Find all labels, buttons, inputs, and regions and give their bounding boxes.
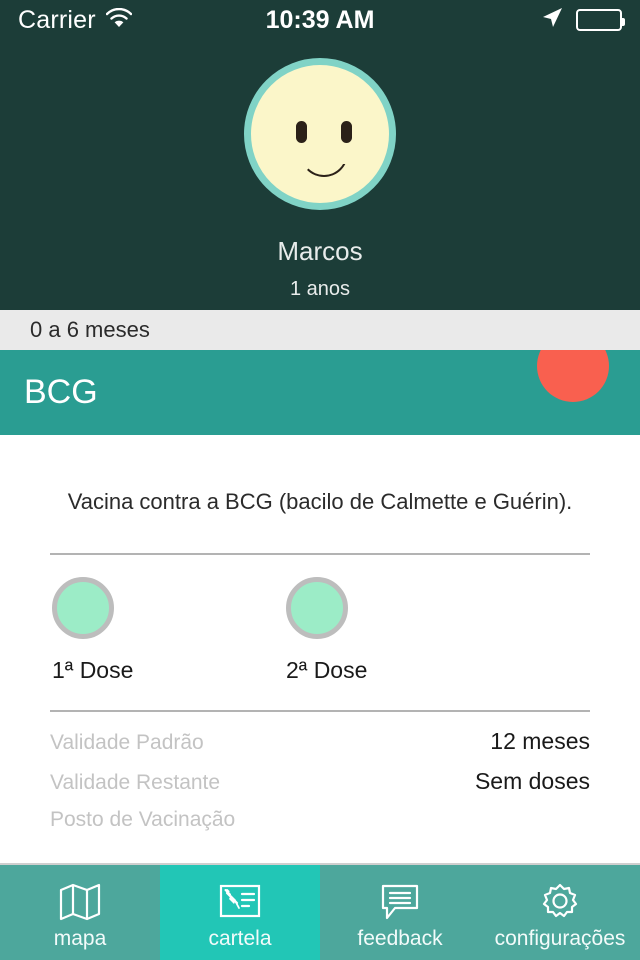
dose-circle-1[interactable] <box>52 577 114 639</box>
info-label-validade-restante: Validade Restante <box>50 771 221 794</box>
info-value-validade-restante: Sem doses <box>474 768 590 794</box>
gear-icon <box>538 881 582 921</box>
dose-list: 1ª Dose 2ª Dose <box>50 555 590 684</box>
avatar-smile <box>300 153 348 177</box>
vaccine-info-list: Validade Padrão 12 meses Validade Restan… <box>50 712 590 848</box>
tab-label-mapa: mapa <box>53 926 107 950</box>
info-row-posto-vacinacao: Posto de Vacinação <box>50 808 590 848</box>
status-bar-left: Carrier <box>18 6 132 35</box>
vaccine-description: Vacina contra a BCG (bacilo de Calmette … <box>67 489 573 514</box>
profile-age: 1 anos <box>289 278 351 300</box>
vaccine-detail-panel: Vacina contra a BCG (bacilo de Calmette … <box>0 435 640 848</box>
tab-bar: mapa cartela feedback configurações <box>0 863 640 960</box>
carrier-label: Carrier <box>18 5 96 34</box>
section-header-label: 0 a 6 meses <box>30 317 150 342</box>
tab-feedback[interactable]: feedback <box>320 865 480 960</box>
speech-bubble-icon <box>378 881 422 921</box>
info-label-validade-padrao: Validade Padrão <box>50 731 204 754</box>
status-bar-right <box>540 6 625 35</box>
dose-label-1: 1ª Dose <box>52 657 134 683</box>
profile-name: Marcos <box>277 236 363 266</box>
dose-circle-2[interactable] <box>286 577 348 639</box>
dose-item-2[interactable]: 2ª Dose <box>286 577 520 684</box>
avatar-eye-right <box>341 121 352 143</box>
info-label-posto-vacinacao: Posto de Vacinação <box>50 808 236 831</box>
tab-label-cartela: cartela <box>208 926 272 950</box>
avatar-eye-left <box>296 121 307 143</box>
vaccine-row-bcg[interactable]: BCG <box>0 350 640 435</box>
tab-label-feedback: feedback <box>357 926 443 950</box>
status-dot-pending <box>537 350 609 402</box>
status-bar: Carrier 10:39 AM <box>0 0 640 40</box>
vaccination-card-icon <box>218 881 262 921</box>
map-icon <box>58 881 102 921</box>
dose-label-2: 2ª Dose <box>286 657 368 683</box>
tab-cartela[interactable]: cartela <box>160 865 320 960</box>
section-header-age-range: 0 a 6 meses <box>0 310 640 350</box>
info-row-validade-padrao: Validade Padrão 12 meses <box>50 728 590 768</box>
wifi-icon <box>105 7 132 33</box>
info-value-validade-padrao: 12 meses <box>490 728 590 754</box>
smiley-face-avatar[interactable] <box>244 58 396 210</box>
battery-icon <box>576 9 625 31</box>
vaccine-title: BCG <box>24 373 98 411</box>
tab-label-configuracoes: configurações <box>494 926 626 950</box>
tab-configuracoes[interactable]: configurações <box>480 865 640 960</box>
dose-item-1[interactable]: 1ª Dose <box>52 577 286 684</box>
tab-mapa[interactable]: mapa <box>0 865 160 960</box>
info-row-validade-restante: Validade Restante Sem doses <box>50 768 590 808</box>
location-arrow-icon <box>540 6 564 35</box>
profile-header: Marcos 1 anos <box>0 40 640 310</box>
